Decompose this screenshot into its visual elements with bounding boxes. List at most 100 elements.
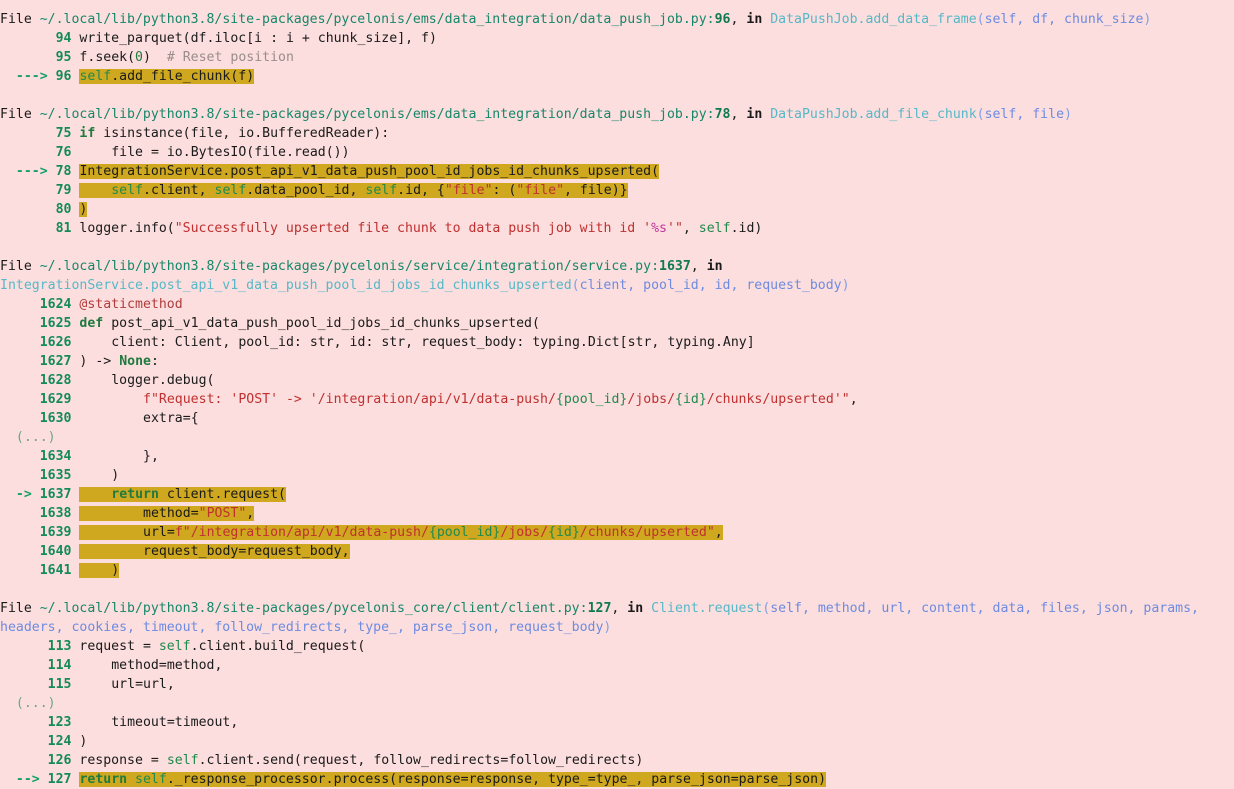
frame-function: IntegrationService.post_api_v1_data_push… — [0, 278, 572, 293]
line-number: 94 — [55, 31, 72, 46]
code-line: --> 127 return self._response_processor.… — [0, 770, 1234, 789]
line-number: 81 — [55, 221, 72, 236]
in-label: in — [746, 12, 763, 27]
frame-separator — [0, 86, 1234, 105]
line-number: 1640 — [39, 544, 72, 559]
code-line: 1640 request_body=request_body, — [0, 542, 1234, 561]
code-line: 1634 }, — [39, 449, 159, 464]
current-line-arrow: ---> — [15, 69, 48, 84]
file-lineno: 127 — [587, 601, 612, 616]
file-label: File — [0, 601, 32, 616]
file-label: File — [0, 107, 32, 122]
highlighted-code: ) — [79, 563, 120, 578]
traceback-frame: File ~/.local/lib/python3.8/site-package… — [0, 10, 1234, 86]
traceback-container: File ~/.local/lib/python3.8/site-package… — [0, 0, 1234, 789]
line-number: 80 — [55, 202, 72, 217]
line-number: 113 — [47, 639, 72, 654]
code-line: 95 f.seek(0) # Reset position — [55, 50, 294, 65]
file-path[interactable]: ~/.local/lib/python3.8/site-packages/pyc… — [40, 259, 651, 274]
in-label: in — [706, 259, 723, 274]
code-line: 1638 method="POST", — [0, 504, 1234, 523]
code-line: -> 1637 return client.request( — [0, 485, 1234, 504]
frame-separator — [0, 580, 1234, 599]
code-line: 94 write_parquet(df.iloc[i : i + chunk_s… — [55, 31, 437, 46]
line-number: 1634 — [39, 449, 72, 464]
line-number: 79 — [55, 183, 72, 198]
code-line-ellipsis: (...) — [0, 694, 1234, 713]
line-number: 1627 — [39, 354, 72, 369]
code-line: 115 url=url, — [47, 677, 175, 692]
file-path[interactable]: ~/.local/lib/python3.8/site-packages/pyc… — [40, 107, 707, 122]
line-number: 1625 — [39, 316, 72, 331]
code-line: ---> 96 self.add_file_chunk(f) — [0, 67, 1234, 86]
traceback-frame: File ~/.local/lib/python3.8/site-package… — [0, 105, 1234, 238]
code-line: 1641 ) — [0, 561, 1234, 580]
frame-header: File ~/.local/lib/python3.8/site-package… — [0, 107, 1072, 122]
code-line: 1629 f"Request: 'POST' -> '/integration/… — [39, 392, 858, 407]
frame-header: File ~/.local/lib/python3.8/site-package… — [0, 601, 1207, 635]
line-number: 1628 — [39, 373, 72, 388]
line-number: 1635 — [39, 468, 72, 483]
file-lineno: 1637 — [659, 259, 691, 274]
line-number: 114 — [47, 658, 72, 673]
line-number: 76 — [55, 145, 72, 160]
code-line: ---> 78 IntegrationService.post_api_v1_d… — [0, 162, 1234, 181]
line-number: 123 — [47, 715, 72, 730]
code-line: 113 request = self.client.build_request( — [47, 639, 366, 654]
code-line: 1630 extra={ — [39, 411, 199, 426]
line-number: 1637 — [39, 487, 72, 502]
file-lineno: 78 — [714, 107, 731, 122]
frame-separator — [0, 238, 1234, 257]
current-line-arrow: -> — [15, 487, 32, 502]
code-line: 1635 ) — [39, 468, 120, 483]
line-number: 75 — [55, 126, 72, 141]
line-number: 78 — [55, 164, 72, 179]
file-label: File — [0, 259, 32, 274]
code-line: 1624 @staticmethod — [39, 297, 183, 312]
code-line: 1625 def post_api_v1_data_push_pool_id_j… — [39, 316, 540, 331]
code-line: 79 self.client, self.data_pool_id, self.… — [0, 181, 1234, 200]
frame-function: DataPushJob.add_data_frame — [770, 12, 977, 27]
line-number: 1624 — [39, 297, 72, 312]
code-line: 76 file = io.BytesIO(file.read()) — [55, 145, 350, 160]
code-line: 124 ) — [47, 734, 88, 749]
code-line-ellipsis: (...) — [0, 428, 1234, 447]
line-number: 96 — [55, 69, 72, 84]
code-line: 81 logger.info("Successfully upserted fi… — [55, 221, 763, 236]
highlighted-code: request_body=request_body, — [79, 544, 350, 559]
frame-function: Client.request — [651, 601, 763, 616]
traceback-frame: File ~/.local/lib/python3.8/site-package… — [0, 257, 1234, 580]
code-line: 1628 logger.debug( — [39, 373, 215, 388]
line-number: 127 — [47, 772, 72, 787]
highlighted-code: self.client, self.data_pool_id, self.id,… — [79, 183, 628, 198]
frame-params: self, file — [984, 107, 1065, 122]
current-line-arrow: --> — [15, 772, 40, 787]
line-number: 1639 — [39, 525, 72, 540]
highlighted-code: ) — [79, 202, 88, 217]
highlighted-code: return self._response_processor.process(… — [79, 772, 827, 787]
highlighted-code: self.add_file_chunk(f) — [79, 69, 255, 84]
highlighted-code: IntegrationService.post_api_v1_data_push… — [79, 164, 660, 179]
line-number: 1641 — [39, 563, 72, 578]
code-line: 126 response = self.client.send(request,… — [47, 753, 644, 768]
current-line-arrow: ---> — [15, 164, 48, 179]
in-label: in — [627, 601, 644, 616]
highlighted-code: method="POST", — [79, 506, 255, 521]
traceback-frame: File ~/.local/lib/python3.8/site-package… — [0, 599, 1234, 789]
line-number: 1638 — [39, 506, 72, 521]
frame-params: self, df, chunk_size — [984, 12, 1144, 27]
file-path[interactable]: ~/.local/lib/python3.8/site-packages/pyc… — [40, 12, 707, 27]
frame-header: File ~/.local/lib/python3.8/site-package… — [0, 12, 1152, 27]
line-number: 126 — [47, 753, 72, 768]
highlighted-code: url=f"/integration/api/v1/data-push/{poo… — [79, 525, 723, 540]
file-path[interactable]: ~/.local/lib/python3.8/site-packages/pyc… — [40, 601, 580, 616]
in-label: in — [746, 107, 763, 122]
frame-params: client, pool_id, id, request_body — [579, 278, 842, 293]
highlighted-code: return client.request( — [79, 487, 286, 502]
line-number: 1629 — [39, 392, 72, 407]
line-number: 115 — [47, 677, 72, 692]
frame-function: DataPushJob.add_file_chunk — [770, 107, 977, 122]
file-lineno: 96 — [714, 12, 731, 27]
code-line: 80 ) — [0, 200, 1234, 219]
code-line: 123 timeout=timeout, — [47, 715, 239, 730]
